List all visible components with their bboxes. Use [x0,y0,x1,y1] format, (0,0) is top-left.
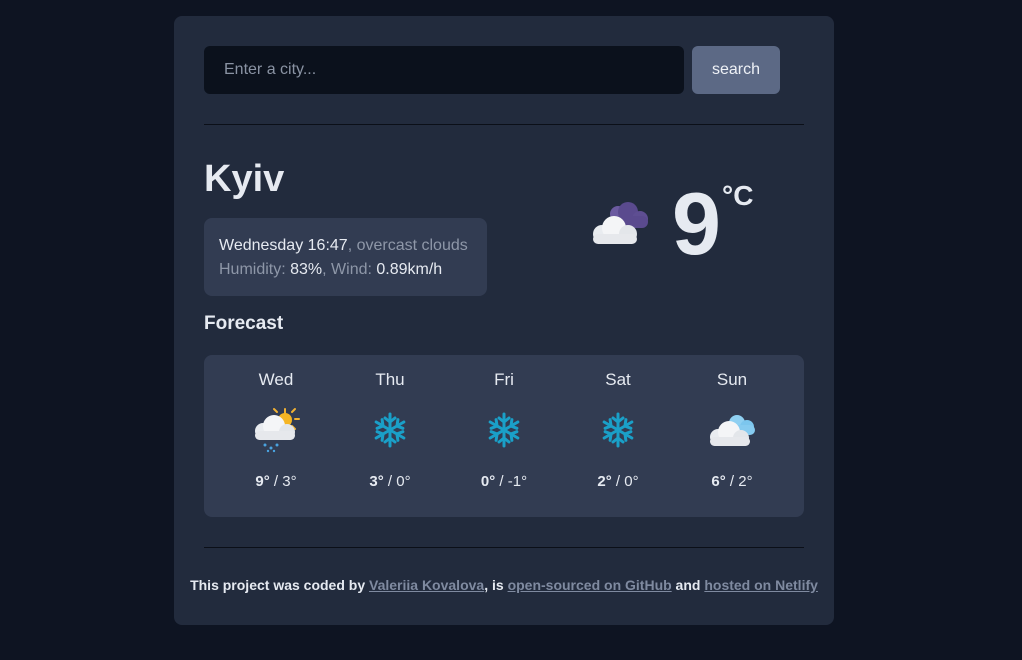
forecast-temperatures: 9° / 3° [219,473,333,490]
search-button[interactable]: search [692,46,780,94]
rain-sun-cloud-icon [251,407,301,458]
forecast-min-temp: / 0° [383,473,411,490]
forecast-day: Wed 9° / 3° [219,355,333,517]
humidity-label: Humidity: [219,261,291,278]
forecast-max-temp: 3° [369,473,384,490]
forecast-title: Forecast [204,313,284,334]
forecast-max-temp: 6° [711,473,726,490]
netlify-link[interactable]: hosted on Netlify [704,577,818,593]
forecast-day: Sun 6° / 2° [675,355,789,517]
weather-description: , overcast clouds [347,237,468,254]
bottom-divider [204,547,804,548]
forecast-min-temp: / 0° [611,473,639,490]
overcast-clouds-icon [588,200,652,255]
forecast-temperatures: 2° / 0° [561,473,675,490]
wind-value: 0.89km/h [376,261,443,278]
forecast-min-temp: / 3° [269,473,297,490]
footer: This project was coded by Valeriia Koval… [174,577,834,593]
github-link[interactable]: open-sourced on GitHub [508,577,672,593]
forecast-min-temp: / -1° [495,473,528,490]
snowflake-icon [365,407,415,458]
forecast-day: Thu 3° / 0° [333,355,447,517]
current-details: Wednesday 16:47, overcast clouds Humidit… [204,218,487,296]
forecast-panel: Wed 9° / 3° Thu 3° / 0° Fri 0° / -1° Sat… [204,355,804,517]
forecast-day: Fri 0° / -1° [447,355,561,517]
snowflake-icon [593,407,643,458]
footer-text: This project was coded by [190,577,370,593]
temperature-unit-celsius[interactable]: °C [722,180,753,212]
top-divider [204,124,804,125]
forecast-min-temp: / 2° [725,473,753,490]
footer-text: , is [484,577,508,593]
forecast-day-name: Sun [716,370,748,389]
wind-label: , Wind: [322,261,377,278]
weather-card: search Kyiv Wednesday 16:47, overcast cl… [174,16,834,625]
forecast-max-temp: 9° [255,473,270,490]
footer-text: and [671,577,705,593]
current-datetime: Wednesday 16:47 [219,237,348,254]
author-link[interactable]: Valeriia Kovalova [369,577,484,593]
forecast-temperatures: 3° / 0° [333,473,447,490]
forecast-temperatures: 0° / -1° [447,473,561,490]
forecast-max-temp: 0° [480,473,496,490]
forecast-day-name: Sat [605,370,631,389]
forecast-max-temp: 2° [597,473,612,490]
city-name: Kyiv [204,158,285,200]
snowflake-icon [479,407,529,458]
forecast-day: Sat 2° / 0° [561,355,675,517]
city-search-input[interactable] [204,46,684,94]
forecast-temperatures: 6° / 2° [675,473,789,490]
forecast-day-name: Fri [494,370,514,389]
forecast-day-name: Thu [375,370,405,389]
clouds-icon [707,407,757,458]
forecast-day-name: Wed [258,370,294,389]
current-temperature: 9 [672,174,721,273]
humidity-value: 83% [290,261,323,278]
